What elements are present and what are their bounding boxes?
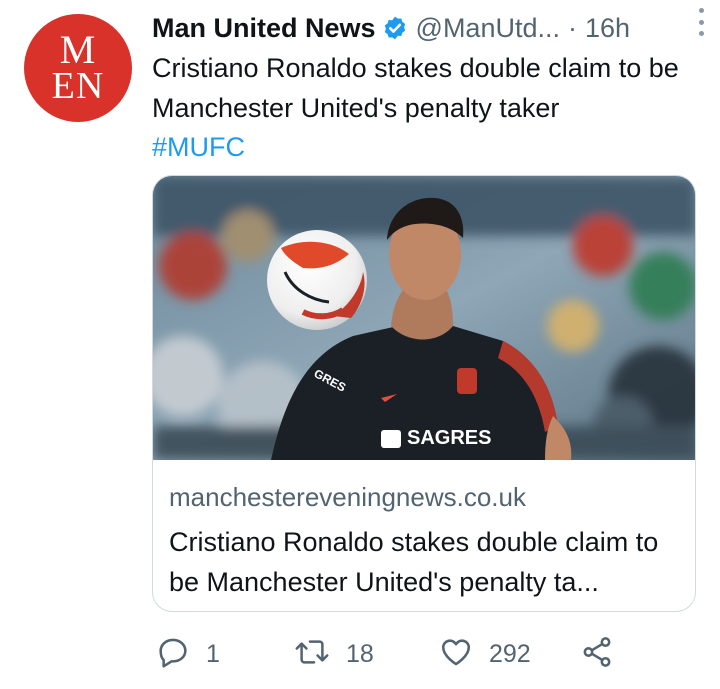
heart-icon bbox=[439, 635, 473, 674]
avatar-letters-bottom: EN bbox=[51, 65, 105, 107]
verified-badge-icon bbox=[382, 15, 408, 41]
hashtag-link[interactable]: #MUFC bbox=[152, 127, 245, 167]
tweet-actions: 1 18 292 bbox=[156, 632, 636, 676]
card-image: SAGRES GRES bbox=[153, 176, 695, 460]
author-handle[interactable]: @ManUtd... bbox=[416, 13, 560, 44]
card-domain: manchestereveningnews.co.uk bbox=[169, 482, 526, 512]
share-button[interactable] bbox=[580, 632, 614, 676]
tweet-timestamp[interactable]: 16h bbox=[585, 13, 630, 44]
more-vertical-icon[interactable] bbox=[696, 8, 706, 36]
like-count: 292 bbox=[489, 639, 531, 668]
avatar-letters-top: M bbox=[59, 27, 97, 72]
tweet[interactable]: M EN Man United News @ManUtd... · 16h Cr… bbox=[0, 0, 720, 689]
like-button[interactable]: 292 bbox=[439, 632, 531, 676]
reply-icon bbox=[156, 635, 190, 674]
card-title: Cristiano Ronaldo stakes double claim to… bbox=[169, 527, 659, 597]
reply-button[interactable]: 1 bbox=[156, 632, 220, 676]
header-separator: · bbox=[567, 12, 577, 43]
author-name[interactable]: Man United News bbox=[152, 13, 376, 44]
tweet-text: Cristiano Ronaldo stakes double claim to… bbox=[152, 53, 679, 123]
retweet-button[interactable]: 18 bbox=[294, 632, 374, 676]
link-card[interactable]: SAGRES GRES manchestereveningnews.co.uk … bbox=[152, 175, 696, 612]
reply-count: 1 bbox=[206, 639, 220, 668]
shirt-sponsor-text: SAGRES bbox=[407, 427, 491, 449]
retweet-count: 18 bbox=[346, 639, 374, 668]
avatar[interactable]: M EN bbox=[24, 14, 132, 122]
retweet-icon bbox=[294, 635, 330, 674]
tweet-header: Man United News @ManUtd... · 16h bbox=[152, 8, 702, 48]
share-icon bbox=[580, 635, 614, 674]
